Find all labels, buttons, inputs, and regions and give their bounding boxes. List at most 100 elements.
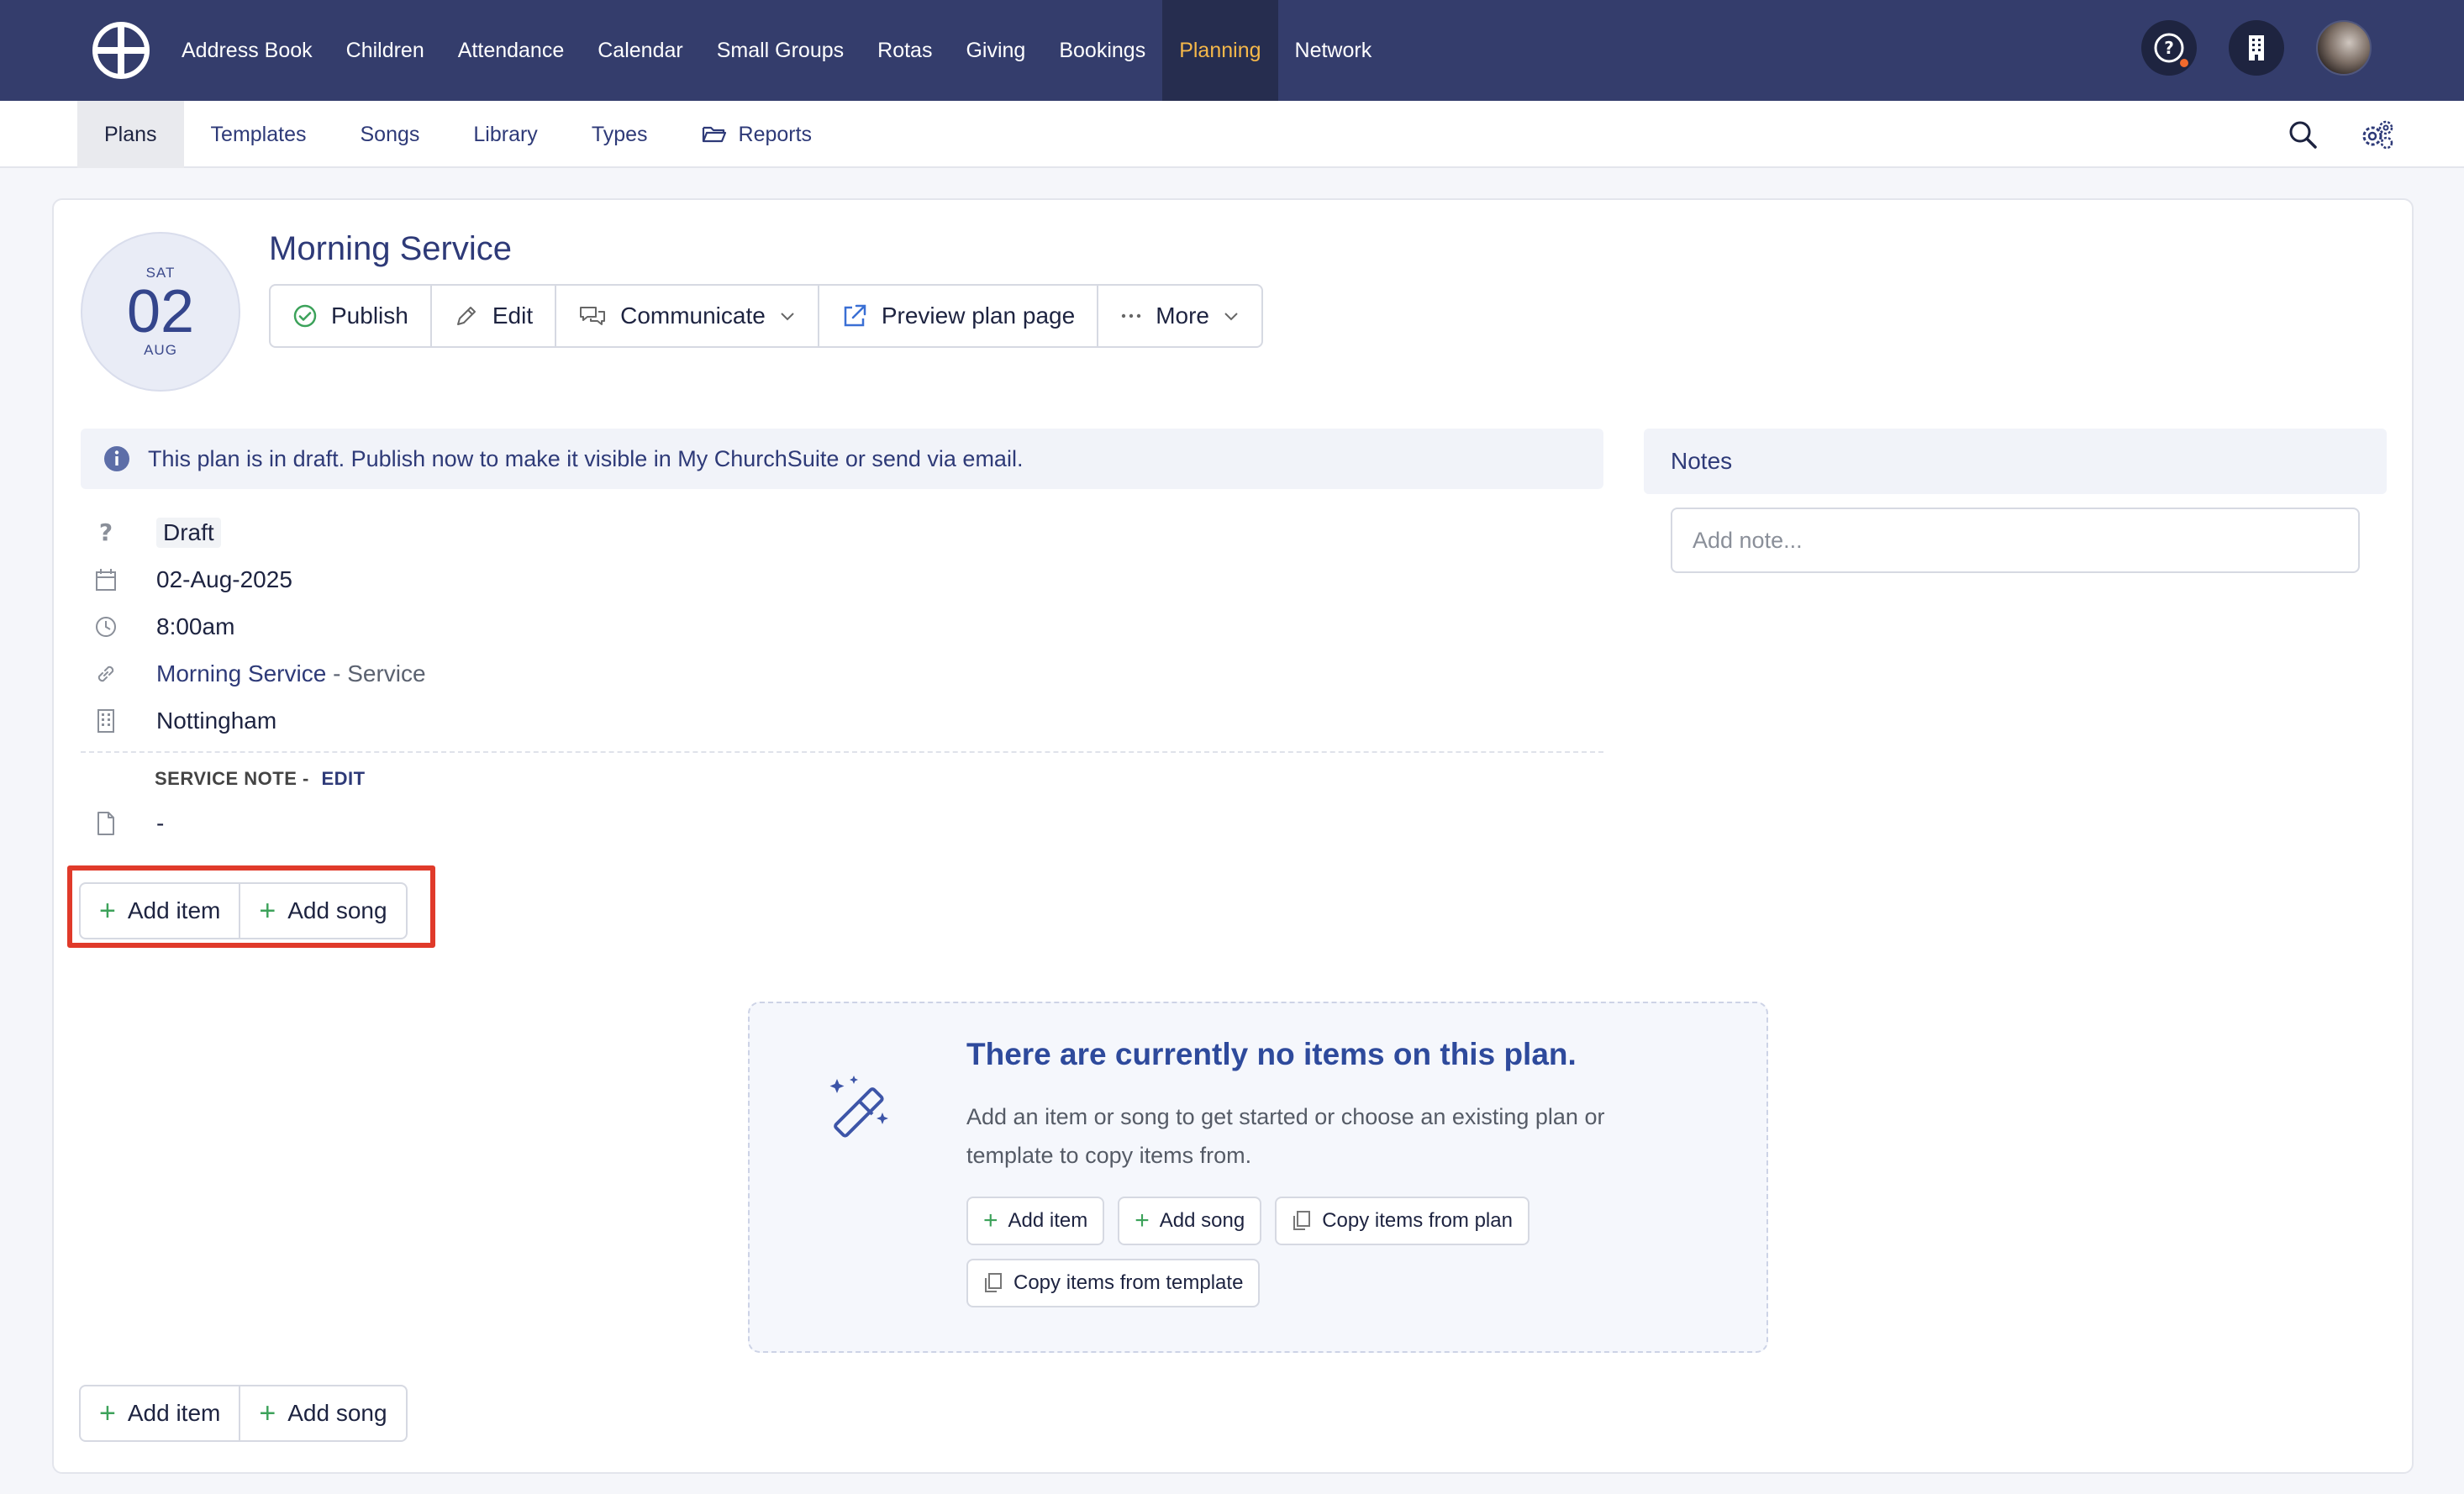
copy-items-from-plan-label: Copy items from plan [1322, 1209, 1513, 1232]
subnav-right-actions [2282, 114, 2397, 155]
nav-item-giving[interactable]: Giving [949, 0, 1042, 101]
empty-add-song-button[interactable]: + Add song [1118, 1197, 1262, 1245]
plan-service-row: Morning Service - Service [81, 657, 426, 691]
notes-heading: Notes [1644, 429, 2387, 494]
add-item-label: Add item [127, 1400, 221, 1426]
draft-info-banner: This plan is in draft. Publish now to ma… [81, 429, 1603, 489]
empty-state-title: There are currently no items on this pla… [966, 1037, 1577, 1071]
service-type-text: - Service [333, 660, 426, 687]
plan-site-row: Nottingham [81, 704, 276, 738]
nav-item-small-groups[interactable]: Small Groups [700, 0, 861, 101]
more-dropdown[interactable]: More [1098, 286, 1261, 346]
nav-item-attendance[interactable]: Attendance [441, 0, 582, 101]
tab-library[interactable]: Library [446, 101, 564, 168]
planning-subnav: Plans Templates Songs Library Types Repo… [0, 101, 2464, 168]
chevron-down-icon [1224, 313, 1238, 321]
tab-plans[interactable]: Plans [77, 101, 184, 168]
gears-icon [2362, 120, 2393, 150]
highlight-annotation-box [67, 865, 435, 948]
svg-text:?: ? [99, 520, 113, 545]
service-note-value: - [156, 810, 165, 836]
publish-label: Publish [331, 302, 408, 329]
nav-item-network[interactable]: Network [1278, 0, 1389, 101]
organisation-button[interactable] [2229, 20, 2284, 76]
tab-templates[interactable]: Templates [184, 101, 334, 168]
settings-button[interactable] [2356, 114, 2397, 155]
main-nav-links: Address Book Children Attendance Calenda… [165, 0, 1388, 101]
search-icon [2289, 121, 2317, 149]
notification-dot [2178, 57, 2190, 69]
check-circle-icon [293, 304, 317, 328]
empty-items-panel: There are currently no items on this pla… [748, 1002, 1768, 1353]
plan-site-value: Nottingham [156, 708, 277, 734]
copy-items-from-template-button[interactable]: Copy items from template [966, 1259, 1261, 1307]
copy-items-from-plan-button[interactable]: Copy items from plan [1275, 1197, 1529, 1245]
edit-button[interactable]: Edit [432, 286, 557, 346]
service-note-label: SERVICE NOTE - [155, 768, 309, 789]
nav-right-actions: ? [2141, 20, 2372, 76]
draft-info-text: This plan is in draft. Publish now to ma… [148, 445, 1024, 471]
question-mark-icon: ? [81, 520, 131, 545]
search-button[interactable] [2282, 114, 2323, 155]
service-note-edit-link[interactable]: EDIT [321, 768, 365, 789]
empty-state-actions: + Add item + Add song Copy items from pl… [966, 1197, 1639, 1307]
building-icon [81, 708, 131, 734]
communicate-label: Communicate [620, 302, 766, 329]
empty-add-item-button[interactable]: + Add item [966, 1197, 1105, 1245]
copy-items-from-template-label: Copy items from template [1014, 1271, 1244, 1294]
add-item-button-bottom[interactable]: + Add item [81, 1386, 241, 1440]
info-circle-icon [104, 446, 129, 471]
nav-item-address-book[interactable]: Address Book [165, 0, 329, 101]
empty-state-description: Add an item or song to get started or ch… [966, 1104, 1605, 1168]
pencil-icon [456, 307, 476, 325]
add-song-button-bottom[interactable]: + Add song [240, 1386, 405, 1440]
svg-text:?: ? [2164, 38, 2174, 58]
plan-status-row: ? Draft [81, 516, 221, 550]
edit-label: Edit [492, 302, 534, 329]
nav-item-bookings[interactable]: Bookings [1042, 0, 1162, 101]
plus-icon: + [99, 1397, 116, 1429]
empty-add-song-label: Add song [1159, 1209, 1245, 1232]
add-note-input[interactable] [1671, 508, 2360, 573]
publish-button[interactable]: Publish [271, 286, 432, 346]
service-note-row: - [81, 807, 164, 840]
nav-item-rotas[interactable]: Rotas [861, 0, 949, 101]
tab-types[interactable]: Types [565, 101, 675, 168]
calendar-icon [81, 568, 131, 592]
service-note-header: SERVICE NOTE - EDIT [155, 768, 366, 790]
plan-date-row: 02-Aug-2025 [81, 563, 292, 597]
help-button[interactable]: ? [2141, 20, 2197, 76]
plan-date-badge: SAT 02 AUG [81, 232, 240, 392]
nav-item-planning[interactable]: Planning [1162, 0, 1278, 101]
clock-icon [81, 615, 131, 639]
service-link[interactable]: Morning Service [156, 660, 326, 687]
tab-songs[interactable]: Songs [334, 101, 447, 168]
plus-icon: + [1135, 1207, 1150, 1234]
magic-wand-icon [825, 1076, 896, 1150]
tab-reports[interactable]: Reports [675, 101, 840, 168]
add-song-label: Add song [287, 1400, 387, 1426]
building-icon [2249, 35, 2264, 60]
bottom-add-buttons: + Add item + Add song [79, 1385, 408, 1442]
plan-title: Morning Service [269, 230, 513, 267]
tab-reports-label: Reports [738, 122, 813, 146]
preview-label: Preview plan page [881, 302, 1076, 329]
subnav-tabs: Plans Templates Songs Library Types Repo… [77, 101, 839, 168]
document-icon [81, 811, 131, 836]
nav-item-children[interactable]: Children [329, 0, 441, 101]
churchsuite-logo-icon[interactable] [92, 22, 150, 79]
user-avatar[interactable] [2316, 20, 2372, 76]
chat-bubbles-icon [580, 307, 606, 325]
preview-plan-page-button[interactable]: Preview plan page [819, 286, 1099, 346]
plan-action-bar: Publish Edit Communicate Preview plan pa… [269, 284, 1263, 348]
plan-status-value: Draft [156, 518, 221, 548]
details-divider [81, 751, 1603, 753]
chevron-down-icon [781, 313, 794, 321]
plan-date-value: 02-Aug-2025 [156, 566, 292, 592]
plan-time-value: 8:00am [156, 613, 235, 639]
link-icon [81, 662, 131, 686]
communicate-dropdown[interactable]: Communicate [556, 286, 819, 346]
nav-item-calendar[interactable]: Calendar [581, 0, 699, 101]
folder-open-icon [702, 126, 726, 143]
ellipsis-icon [1122, 313, 1141, 318]
